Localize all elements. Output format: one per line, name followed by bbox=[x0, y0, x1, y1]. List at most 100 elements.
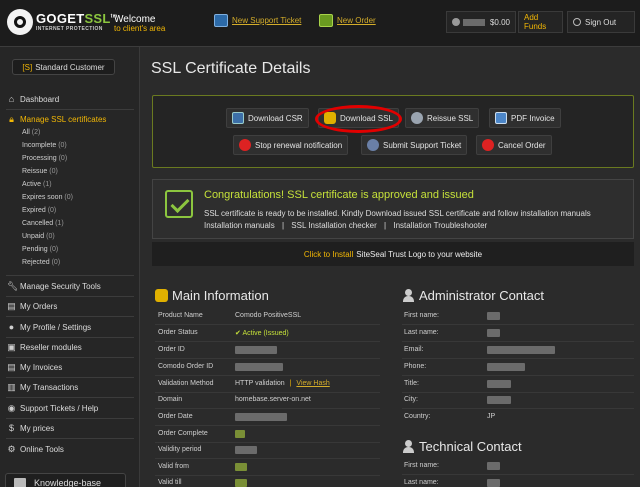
cancel-order-button[interactable]: Cancel Order bbox=[476, 135, 552, 155]
title-redacted bbox=[487, 380, 511, 388]
divider bbox=[6, 397, 134, 398]
field-label: Domain bbox=[158, 396, 183, 403]
order-date-redacted bbox=[235, 413, 287, 421]
sidebar-item-my-orders[interactable]: ▤ My Orders bbox=[0, 299, 135, 313]
last-name-redacted bbox=[487, 329, 500, 337]
technical-contact-title: Technical Contact bbox=[419, 439, 522, 454]
field-label: Order Status bbox=[158, 329, 198, 336]
divider bbox=[155, 358, 380, 359]
ticket-icon bbox=[214, 14, 228, 27]
sidebar-item-label: Online Tools bbox=[20, 444, 64, 454]
admin-contact-heading: Administrator Contact bbox=[402, 288, 544, 303]
field-label: Valid till bbox=[158, 479, 182, 486]
field-label: Order Complete bbox=[158, 430, 208, 437]
field-label: Order Date bbox=[158, 413, 193, 420]
ssl-filter-active[interactable]: Active (1) bbox=[22, 181, 52, 188]
link-separator: | bbox=[384, 221, 387, 230]
account-balance[interactable]: $0.00 bbox=[446, 11, 516, 33]
checkmark-icon bbox=[165, 190, 193, 218]
sidebar-item-label: Manage SSL certificates bbox=[20, 114, 107, 124]
field-label: Validity period bbox=[158, 446, 202, 453]
ssl-filter-reissue[interactable]: Reissue (0) bbox=[22, 168, 58, 175]
knowledge-base-label: Knowledge-base bbox=[34, 478, 102, 487]
sign-out-button[interactable]: Sign Out bbox=[567, 11, 635, 33]
ssl-filter-cancelled[interactable]: Cancelled (1) bbox=[22, 220, 64, 227]
add-funds-button[interactable]: Add Funds bbox=[518, 11, 563, 33]
logo[interactable]: GOGETSSLtm INTERNET PROTECTION bbox=[7, 9, 117, 35]
stop-renewal-label: Stop renewal notification bbox=[255, 140, 343, 150]
installation-links: Installation manuals | SSL Installation … bbox=[204, 221, 487, 230]
gear-icon: ⚙ bbox=[7, 443, 16, 454]
order-status-value: ✔ Active (Issued) bbox=[235, 330, 289, 337]
sidebar-item-reseller[interactable]: ▣ Reseller modules bbox=[0, 340, 135, 354]
field-label: Product Name bbox=[158, 312, 203, 319]
new-support-ticket-link[interactable]: New Support Ticket bbox=[214, 14, 301, 27]
sidebar-item-profile[interactable]: ● My Profile / Settings bbox=[0, 320, 135, 334]
ssl-filter-all[interactable]: All (2) bbox=[22, 129, 40, 136]
cancel-icon bbox=[482, 139, 494, 151]
field-label: City: bbox=[404, 396, 418, 403]
sidebar-item-manage-ssl[interactable]: 🔒︎ Manage SSL certificates bbox=[0, 112, 135, 126]
help-icon: ◉ bbox=[7, 402, 16, 413]
new-order-label: New Order bbox=[337, 16, 376, 25]
sidebar-item-label: My Profile / Settings bbox=[20, 322, 92, 332]
sidebar-item-invoices[interactable]: ▤ My Invoices bbox=[0, 360, 135, 374]
ssl-filter-processing[interactable]: Processing (0) bbox=[22, 155, 67, 162]
logo-icon bbox=[7, 9, 33, 35]
order-complete-redacted bbox=[235, 430, 245, 438]
sidebar-item-label: Dashboard bbox=[20, 94, 60, 104]
new-support-ticket-label: New Support Ticket bbox=[232, 16, 302, 25]
ssl-filter-expires-soon[interactable]: Expires soon (0) bbox=[22, 194, 73, 201]
new-order-link[interactable]: New Order bbox=[319, 14, 376, 27]
ssl-filter-incomplete[interactable]: Incomplete (0) bbox=[22, 142, 67, 149]
divider bbox=[155, 425, 380, 426]
divider bbox=[6, 109, 134, 110]
cart-icon bbox=[319, 14, 333, 27]
field-label: Order ID bbox=[158, 346, 185, 353]
sign-out-label: Sign Out bbox=[585, 17, 617, 27]
wrench-icon: 🔧︎ bbox=[7, 280, 19, 291]
field-label: Phone: bbox=[404, 363, 427, 370]
installation-manuals-link[interactable]: Installation manuals bbox=[204, 221, 275, 230]
sidebar-item-support[interactable]: ◉ Support Tickets / Help bbox=[0, 401, 135, 415]
main-information-heading: Main Information bbox=[155, 288, 269, 303]
reissue-ssl-button[interactable]: Reissue SSL bbox=[405, 108, 480, 128]
submit-ticket-button[interactable]: Submit Support Ticket bbox=[361, 135, 468, 155]
siteseal-install-link[interactable]: Click to Install bbox=[304, 250, 353, 259]
user-icon bbox=[402, 289, 415, 302]
ssl-filter-expired[interactable]: Expired (0) bbox=[22, 207, 56, 214]
pdf-invoice-button[interactable]: PDF Invoice bbox=[489, 108, 561, 128]
ssl-filter-pending[interactable]: Pending (0) bbox=[22, 246, 58, 253]
ssl-installation-checker-link[interactable]: SSL Installation checker bbox=[291, 221, 377, 230]
sidebar-item-prices[interactable]: $ My prices bbox=[0, 421, 135, 435]
ssl-filter-rejected[interactable]: Rejected (0) bbox=[22, 259, 60, 266]
stop-renewal-button[interactable]: Stop renewal notification bbox=[233, 135, 349, 155]
divider bbox=[402, 375, 634, 376]
sidebar-item-label: Manage Security Tools bbox=[20, 281, 101, 291]
divider bbox=[155, 475, 380, 476]
domain-value: homebase.server-on.net bbox=[235, 396, 311, 403]
sidebar-item-transactions[interactable]: ▥ My Transactions bbox=[0, 380, 135, 394]
gear-icon bbox=[411, 112, 423, 124]
customer-badge: [S] Standard Customer bbox=[12, 59, 115, 75]
welcome-text: Welcome to client's area bbox=[114, 14, 165, 34]
field-label: Title: bbox=[404, 380, 419, 387]
knowledge-base-button[interactable]: Knowledge-base bbox=[5, 473, 126, 487]
ticket-icon bbox=[367, 139, 379, 151]
ssl-filter-unpaid[interactable]: Unpaid (0) bbox=[22, 233, 55, 240]
divider bbox=[6, 275, 134, 276]
divider bbox=[155, 324, 380, 325]
sidebar-item-security-tools[interactable]: 🔧︎ Manage Security Tools bbox=[0, 279, 135, 293]
installation-troubleshooter-link[interactable]: Installation Troubleshooter bbox=[393, 221, 487, 230]
power-icon bbox=[573, 18, 581, 26]
sidebar-item-online-tools[interactable]: ⚙ Online Tools bbox=[0, 442, 135, 456]
main-content: SSL Certificate Details Download CSR Dow… bbox=[140, 47, 640, 487]
download-csr-label: Download CSR bbox=[248, 113, 303, 123]
pdf-invoice-label: PDF Invoice bbox=[511, 113, 555, 123]
divider bbox=[6, 296, 134, 297]
download-csr-button[interactable]: Download CSR bbox=[226, 108, 309, 128]
sidebar-item-dashboard[interactable]: ⌂ Dashboard bbox=[0, 92, 135, 106]
logo-subtitle: INTERNET PROTECTION bbox=[36, 26, 103, 32]
view-hash-link[interactable]: View Hash bbox=[296, 380, 329, 387]
stop-icon bbox=[239, 139, 251, 151]
